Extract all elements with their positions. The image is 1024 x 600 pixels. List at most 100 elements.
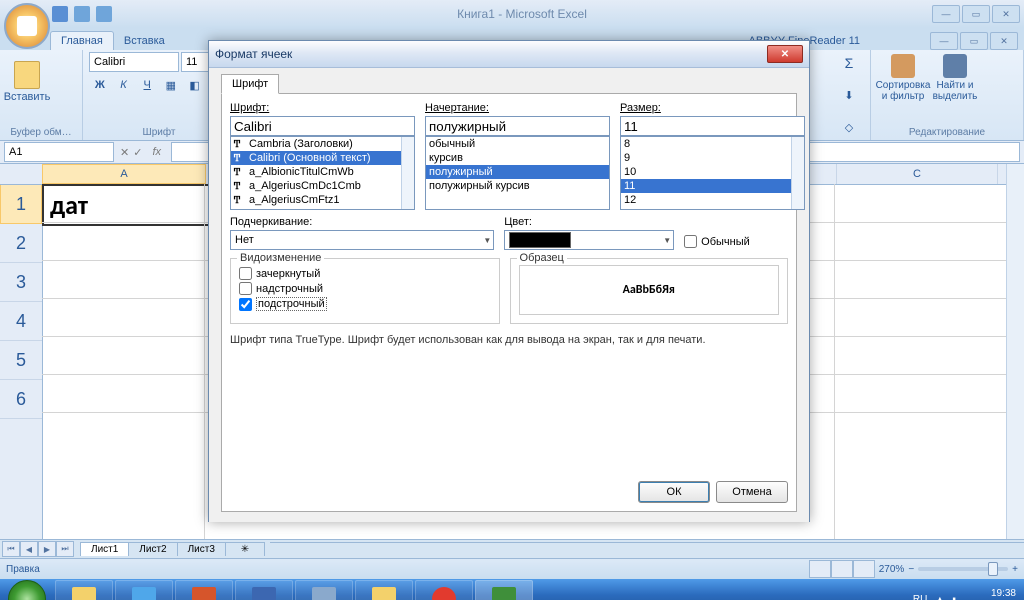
row-header-6[interactable]: 6 [0, 380, 42, 419]
sample-fieldset: Образец АаВbБбЯя [510, 258, 788, 324]
tray-chevron-icon[interactable]: ▴ [937, 594, 942, 600]
tray-lang[interactable]: RU [913, 594, 927, 600]
size-input[interactable] [620, 116, 805, 136]
find-select-button[interactable]: Найти и выделить [929, 52, 981, 104]
font-list-scrollbar[interactable] [401, 137, 414, 209]
dialog-tab-font[interactable]: Шрифт [221, 74, 279, 94]
zoom-slider[interactable] [918, 567, 1008, 571]
ok-button[interactable]: ОК [638, 481, 710, 503]
view-pagebreak-button[interactable] [853, 560, 875, 578]
autosum-button[interactable]: Σ [838, 52, 860, 74]
cell-a1[interactable]: дат [42, 184, 212, 226]
tab-home[interactable]: Главная [50, 31, 114, 50]
row-header-3[interactable]: 3 [0, 263, 42, 302]
sheet-tab-1[interactable]: Лист1 [80, 542, 129, 556]
col-header-c[interactable]: C [837, 164, 998, 184]
strike-checkbox[interactable]: зачеркнутый [239, 267, 491, 280]
col-header-a[interactable]: A [42, 164, 206, 184]
style-input[interactable] [425, 116, 610, 136]
sheet-tab-new[interactable]: ✳ [225, 542, 265, 556]
color-dropdown[interactable]: ▼ [504, 230, 674, 250]
task-powerpoint[interactable] [175, 580, 233, 600]
maximize-button[interactable]: ▭ [962, 5, 990, 23]
normal-font-checkbox[interactable]: Обычный [684, 235, 788, 248]
font-input[interactable] [230, 116, 415, 136]
dialog-close-button[interactable]: ✕ [767, 45, 803, 63]
folder-icon [372, 587, 396, 600]
row-header-1[interactable]: 1 [0, 184, 42, 224]
fill-button[interactable]: ⬇ [838, 84, 860, 106]
style-listbox[interactable]: обычный курсив полужирный полужирный кур… [425, 136, 610, 210]
select-all-corner[interactable] [0, 164, 43, 185]
task-ie[interactable] [115, 580, 173, 600]
view-normal-button[interactable] [809, 560, 831, 578]
subscript-checkbox[interactable]: подстрочный [239, 297, 491, 311]
cancel-icon[interactable]: ✕ [120, 146, 129, 159]
underline-button[interactable]: Ч [136, 74, 158, 96]
underline-dropdown[interactable]: Нет▼ [230, 230, 494, 250]
format-cells-dialog: Формат ячеек ✕ Шрифт Шрифт: ͲCambria (За… [208, 40, 810, 522]
row-header-5[interactable]: 5 [0, 341, 42, 380]
paste-button[interactable]: Вставить [6, 52, 48, 112]
horizontal-scrollbar[interactable] [270, 542, 1024, 557]
italic-button[interactable]: К [113, 74, 135, 96]
doc-minimize-button[interactable]: — [930, 32, 958, 50]
save-icon[interactable] [52, 6, 68, 22]
fill-color-button[interactable]: ◧ [184, 74, 206, 96]
app-icon [312, 587, 336, 600]
clear-button[interactable]: ◇ [838, 116, 860, 138]
zoom-out-button[interactable]: − [908, 564, 914, 575]
sheet-nav-prev[interactable]: ◀ [20, 541, 38, 557]
zoom-level[interactable]: 270% [879, 564, 905, 575]
sheet-tab-3[interactable]: Лист3 [177, 542, 226, 556]
bold-button[interactable]: Ж [89, 74, 111, 96]
view-layout-button[interactable] [831, 560, 853, 578]
sheet-nav-first[interactable]: ⏮ [2, 541, 20, 557]
task-explorer[interactable] [55, 580, 113, 600]
tray-clock[interactable]: 19:38 05.06.2019 [966, 588, 1016, 600]
tab-insert[interactable]: Вставка [114, 32, 175, 50]
enter-icon[interactable]: ✓ [133, 146, 142, 159]
sheet-nav-last[interactable]: ⏭ [56, 541, 74, 557]
cancel-button[interactable]: Отмена [716, 481, 788, 503]
border-button[interactable]: ▦ [160, 74, 182, 96]
doc-close-button[interactable]: ✕ [990, 32, 1018, 50]
effects-fieldset: Видоизменение зачеркнутый надстрочный по… [230, 258, 500, 324]
undo-icon[interactable] [74, 6, 90, 22]
sheet-nav-next[interactable]: ▶ [38, 541, 56, 557]
doc-restore-button[interactable]: ▭ [960, 32, 988, 50]
task-opera[interactable] [415, 580, 473, 600]
task-excel[interactable] [475, 580, 533, 600]
vertical-scrollbar[interactable] [1006, 164, 1024, 539]
dialog-tabs: Шрифт [221, 74, 797, 94]
start-button[interactable] [0, 579, 54, 600]
office-button[interactable] [4, 3, 50, 49]
redo-icon[interactable] [96, 6, 112, 22]
windows-taskbar: RU ▴ ▪ 19:38 05.06.2019 [0, 579, 1024, 600]
task-word[interactable] [235, 580, 293, 600]
quick-access-toolbar [52, 6, 112, 22]
minimize-button[interactable]: — [932, 5, 960, 23]
tray-flag-icon[interactable]: ▪ [952, 594, 956, 600]
font-name-combo[interactable]: Calibri [89, 52, 179, 72]
row-header-2[interactable]: 2 [0, 224, 42, 263]
row-header-4[interactable]: 4 [0, 302, 42, 341]
font-listbox[interactable]: ͲCambria (Заголовки) ͲCalibri (Основной … [230, 136, 415, 210]
task-folder[interactable] [355, 580, 413, 600]
name-box[interactable]: A1 [4, 142, 114, 162]
app-titlebar: Книга1 - Microsoft Excel — ▭ ✕ [0, 0, 1024, 28]
superscript-checkbox[interactable]: надстрочный [239, 282, 491, 295]
sheet-tab-2[interactable]: Лист2 [128, 542, 177, 556]
sheet-tabs-bar: ⏮ ◀ ▶ ⏭ Лист1 Лист2 Лист3 ✳ [0, 539, 1024, 558]
task-app1[interactable] [295, 580, 353, 600]
sort-filter-button[interactable]: Сортировка и фильтр [877, 52, 929, 104]
size-list-scrollbar[interactable] [791, 137, 804, 209]
dialog-titlebar[interactable]: Формат ячеек ✕ [209, 41, 809, 68]
fx-icon[interactable]: fx [152, 146, 161, 158]
close-button[interactable]: ✕ [992, 5, 1020, 23]
underline-label: Подчеркивание: [230, 216, 494, 228]
size-listbox[interactable]: 8 9 10 11 12 14 [620, 136, 805, 210]
binoculars-icon [943, 54, 967, 78]
color-swatch [509, 232, 571, 248]
zoom-in-button[interactable]: + [1012, 564, 1018, 575]
